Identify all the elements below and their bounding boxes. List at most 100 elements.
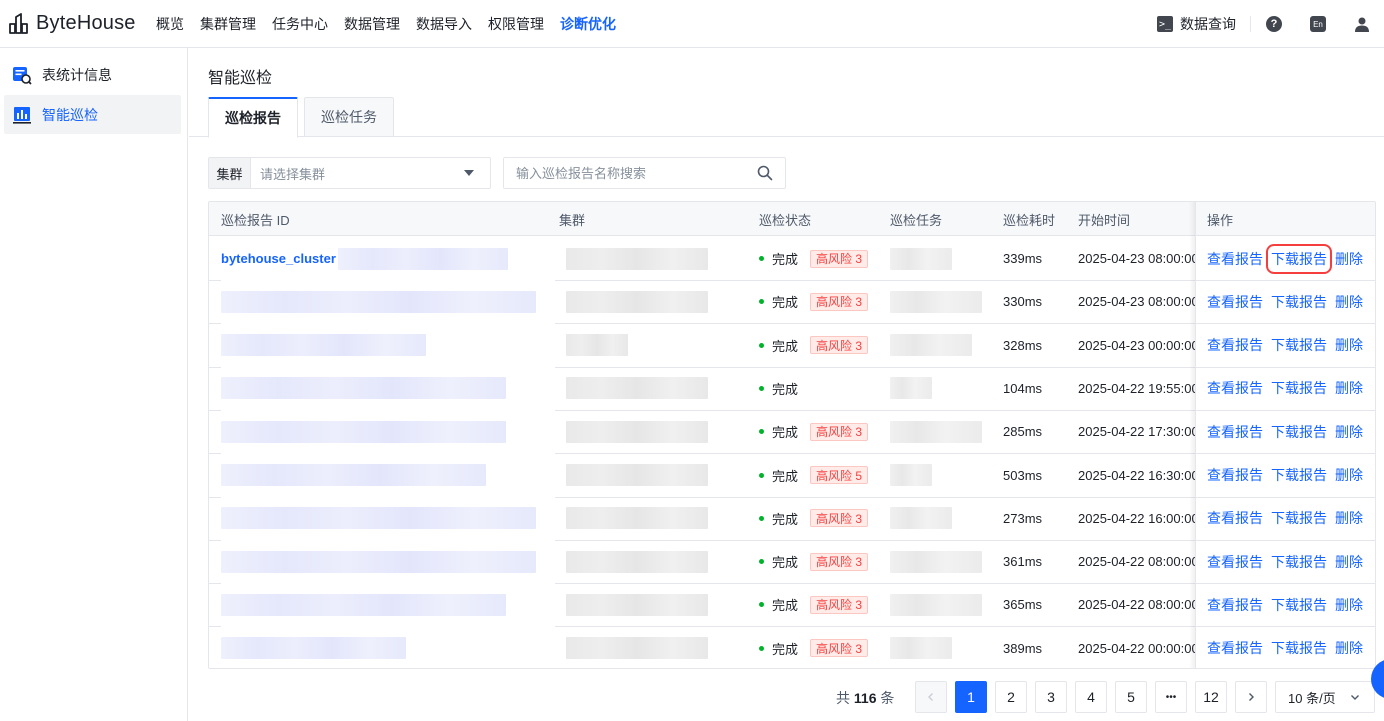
- redacted-id: [221, 377, 506, 400]
- start-time-cell: 2025-04-23 08:00:00: [1078, 294, 1195, 310]
- page-button-12[interactable]: 12: [1195, 681, 1227, 713]
- tab-inspection-reports[interactable]: 巡检报告: [208, 97, 298, 138]
- nav-item-data[interactable]: 数据管理: [344, 14, 400, 34]
- redacted-task: [890, 550, 982, 573]
- cluster-cell: [566, 540, 736, 583]
- column-header-start-time: 开始时间: [1078, 212, 1131, 228]
- start-time-cell: 2025-04-23 08:00:00: [1078, 251, 1195, 266]
- redacted-cluster: [566, 377, 708, 400]
- nav-item-overview[interactable]: 概览: [156, 14, 184, 34]
- nav-item-permissions[interactable]: 权限管理: [488, 14, 544, 34]
- nav-item-tasks[interactable]: 任务中心: [272, 14, 328, 34]
- redacted-cluster: [566, 550, 708, 573]
- success-dot-icon: [759, 472, 764, 478]
- start-time-cell: 2025-04-23 00:00:00: [1078, 337, 1195, 353]
- terminal-icon: >_: [1157, 16, 1173, 32]
- task-cell: [890, 237, 990, 280]
- cluster-cell: [566, 280, 736, 323]
- redacted-cluster: [566, 464, 708, 486]
- redacted-id: [221, 637, 406, 660]
- total-prefix: 共: [836, 690, 850, 706]
- status-text: 完成: [772, 555, 799, 571]
- main-content: 智能巡检 巡检报告 巡检任务 集群 请选择集群 巡检报告 ID 集群 巡检状态 …: [189, 48, 1384, 721]
- report-id-link[interactable]: bytehouse_cluster: [221, 251, 336, 266]
- nav-item-diagnosis[interactable]: 诊断优化: [560, 14, 616, 34]
- language-icon[interactable]: En: [1310, 16, 1326, 32]
- page-button-1[interactable]: 1: [955, 681, 987, 713]
- logo-text: ByteHouse: [36, 12, 136, 34]
- risk-badge: 高风险 3: [810, 595, 869, 614]
- report-id-cell: bytehouse_cluster: [221, 237, 551, 280]
- duration-cell: 273ms: [1003, 510, 1043, 526]
- task-cell: [890, 540, 990, 583]
- sidebar-item-smart-inspection[interactable]: 智能巡检: [4, 95, 181, 134]
- status-text: 完成: [772, 252, 799, 267]
- start-time-cell: 2025-04-22 00:00:00: [1078, 640, 1195, 656]
- status-cell: 完成 高风险 3: [759, 324, 889, 367]
- status-cell: 完成 高风险 3: [759, 237, 889, 280]
- caret-down-icon[interactable]: [464, 170, 474, 176]
- redacted-task: [890, 247, 952, 270]
- report-id-cell: [221, 627, 551, 668]
- page-button-4[interactable]: 4: [1075, 681, 1107, 713]
- success-dot-icon: [759, 299, 764, 305]
- redacted-cluster: [566, 420, 708, 443]
- redacted-cluster: [566, 637, 708, 660]
- search-icon[interactable]: [757, 165, 773, 181]
- page-button-3[interactable]: 3: [1035, 681, 1067, 713]
- success-dot-icon: [759, 515, 764, 521]
- prev-page-button[interactable]: [915, 681, 947, 713]
- page-title: 智能巡检: [208, 70, 273, 87]
- success-dot-icon: [759, 256, 764, 261]
- logo[interactable]: ByteHouse: [8, 12, 148, 35]
- status-text: 完成: [772, 295, 799, 311]
- report-id-cell: [221, 280, 551, 323]
- cluster-select-placeholder[interactable]: 请选择集群: [251, 164, 464, 183]
- nav-item-clusters[interactable]: 集群管理: [200, 14, 256, 34]
- report-id-cell: [221, 410, 551, 453]
- duration-cell: 503ms: [1003, 467, 1043, 483]
- user-icon[interactable]: [1354, 16, 1370, 32]
- duration-cell: 365ms: [1003, 597, 1043, 613]
- report-id-cell: [221, 540, 551, 583]
- risk-badge: 高风险 3: [810, 552, 869, 571]
- success-dot-icon: [759, 429, 764, 435]
- chevron-left-icon: [928, 693, 933, 701]
- task-cell: [890, 454, 990, 497]
- risk-badge: 高风险 5: [810, 466, 869, 484]
- status-cell: 完成 高风险 3: [759, 627, 889, 668]
- duration-cell: 328ms: [1003, 337, 1043, 353]
- status-cell: 完成: [759, 367, 889, 410]
- status-cell: 完成 高风险 3: [759, 280, 889, 323]
- report-search-input[interactable]: [504, 165, 757, 181]
- cluster-cell: [566, 454, 736, 497]
- report-id-cell: [221, 583, 551, 626]
- tab-inspection-tasks[interactable]: 巡检任务: [304, 97, 394, 137]
- cluster-filter[interactable]: 集群 请选择集群: [208, 157, 491, 189]
- redacted-task: [890, 420, 982, 443]
- start-time-cell: 2025-04-22 16:30:00: [1078, 467, 1195, 483]
- main-nav: 概览 集群管理 任务中心 数据管理 数据导入 权限管理 诊断优化: [156, 14, 632, 34]
- page-ellipsis-button[interactable]: •••: [1155, 681, 1187, 713]
- data-query-button[interactable]: >_ 数据查询: [1157, 14, 1236, 34]
- report-id-cell: [221, 497, 551, 540]
- nav-item-import[interactable]: 数据导入: [416, 14, 472, 34]
- status-cell: 完成 高风险 3: [759, 497, 889, 540]
- redacted-task: [890, 507, 952, 530]
- risk-badge: 高风险 3: [810, 639, 869, 658]
- page-size-select[interactable]: 10 条/页: [1275, 681, 1375, 713]
- column-header-status: 巡检状态: [759, 212, 812, 228]
- column-header-duration: 巡检耗时: [1003, 212, 1056, 228]
- risk-badge: 高风险 3: [810, 336, 869, 355]
- page-button-2[interactable]: 2: [995, 681, 1027, 713]
- status-text: 完成: [772, 468, 799, 484]
- status-text: 完成: [772, 425, 799, 441]
- redacted-task: [890, 593, 982, 616]
- next-page-button[interactable]: [1235, 681, 1267, 713]
- help-icon[interactable]: ?: [1266, 16, 1282, 32]
- redacted-id: [221, 334, 426, 357]
- start-time-cell: 2025-04-22 08:00:00: [1078, 597, 1195, 613]
- sidebar-item-table-stats[interactable]: 表统计信息: [4, 55, 181, 94]
- page-button-5[interactable]: 5: [1115, 681, 1147, 713]
- status-cell: 完成 高风险 3: [759, 540, 889, 583]
